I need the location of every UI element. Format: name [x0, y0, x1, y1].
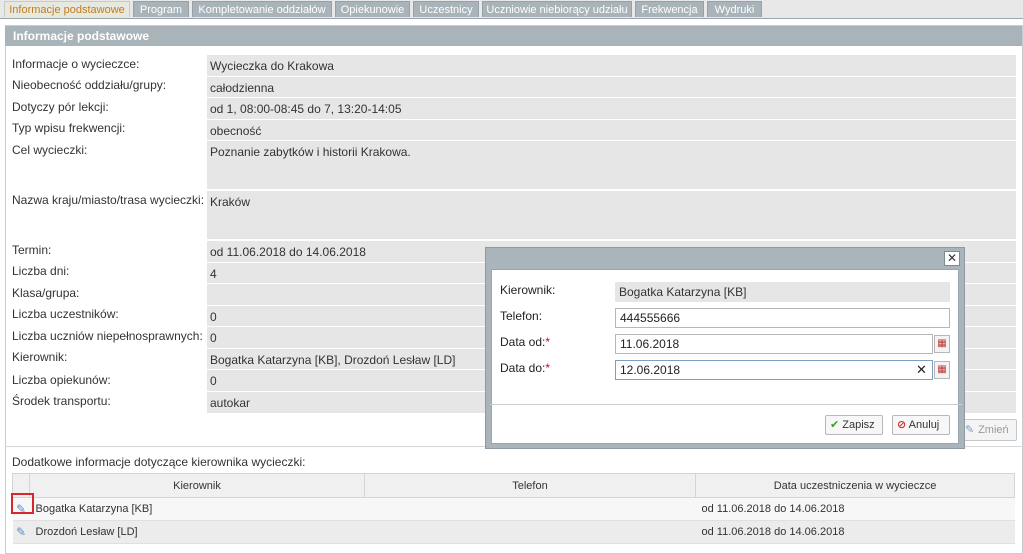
- value-nazwa-kraju: Kraków: [207, 191, 1016, 239]
- label-liczba-opiekunow: Liczba opiekunów:: [12, 373, 111, 387]
- table-header-data[interactable]: Data uczestniczenia w wycieczce: [695, 473, 1015, 498]
- change-button-label: Zmień: [978, 424, 1009, 436]
- label-klasa-grupa: Klasa/grupa:: [12, 286, 80, 300]
- tab-wydruki[interactable]: Wydruki: [707, 1, 762, 17]
- dialog-label-data-do: Data do:*: [500, 361, 550, 375]
- tab-opiekunowie[interactable]: Opiekunowie: [335, 1, 410, 17]
- checkmark-icon: ✔: [830, 419, 840, 431]
- label-kierownik: Kierownik:: [12, 350, 68, 364]
- label-typ-wpisu: Typ wpisu frekwencji:: [12, 121, 126, 135]
- clear-icon[interactable]: ✕: [916, 362, 927, 378]
- label-liczba-uczestnikow: Liczba uczestników:: [12, 307, 119, 321]
- data-od-input[interactable]: [615, 334, 933, 354]
- label-srodek-transportu: Środek transportu:: [12, 394, 111, 408]
- cancel-button-label: Anuluj: [908, 419, 940, 431]
- highlight-frame: [11, 493, 34, 514]
- value-cel-wycieczki: Poznanie zabytków i historii Krakowa.: [207, 141, 1016, 189]
- label-dotyczy-por-lekcji: Dotyczy pór lekcji:: [12, 100, 109, 114]
- cell-telefon: [364, 497, 696, 521]
- table-header-telefon[interactable]: Telefon: [364, 473, 696, 498]
- label-nazwa-kraju: Nazwa kraju/miasto/trasa wycieczki:: [12, 193, 205, 207]
- save-button[interactable]: ✔ Zapisz: [825, 415, 883, 435]
- change-button[interactable]: ✎ Zmień: [960, 419, 1017, 441]
- pencil-icon[interactable]: ✎: [14, 525, 28, 539]
- tab-bar: Informacje podstawowe Program Kompletowa…: [0, 0, 1023, 19]
- tab-kompletowanie-oddzialow[interactable]: Kompletowanie oddziałów: [192, 1, 332, 17]
- label-termin: Termin:: [12, 243, 52, 257]
- required-mark: *: [545, 335, 551, 349]
- tab-uczestnicy[interactable]: Uczestnicy: [413, 1, 479, 17]
- table-header-kierownik[interactable]: Kierownik: [29, 473, 365, 498]
- label-liczba-niepelnosprawnych: Liczba uczniów niepełnosprawnych:: [12, 329, 203, 343]
- dialog-value-kierownik: Bogatka Katarzyna [KB]: [615, 282, 950, 302]
- dialog-label-kierownik: Kierownik:: [500, 283, 556, 297]
- label-nieobecnosc: Nieobecność oddziału/grupy:: [12, 78, 167, 92]
- close-icon[interactable]: ✕: [944, 251, 960, 266]
- value-typ-wpisu: obecność: [207, 120, 1016, 140]
- table-row[interactable]: ✎ Bogatka Katarzyna [KB] od 11.06.2018 d…: [12, 497, 1015, 521]
- label-liczba-dni: Liczba dni:: [12, 264, 70, 278]
- label-informacje-o-wycieczce: Informacje o wycieczce:: [12, 57, 140, 71]
- cell-data: od 11.06.2018 do 14.06.2018: [695, 497, 1015, 521]
- label-cel-wycieczki: Cel wycieczki:: [12, 143, 88, 157]
- value-dotyczy-por-lekcji: od 1, 08:00-08:45 do 7, 13:20-14:05: [207, 98, 1016, 119]
- table-row[interactable]: ✎ Drozdoń Lesław [LD] od 11.06.2018 do 1…: [12, 520, 1015, 544]
- edit-cell[interactable]: ✎: [12, 520, 30, 544]
- data-od-label-text: Data od:: [500, 335, 546, 349]
- cell-data: od 11.06.2018 do 14.06.2018: [695, 520, 1015, 544]
- cell-kierownik: Drozdoń Lesław [LD]: [29, 520, 365, 544]
- calendar-icon[interactable]: ▦: [934, 361, 950, 379]
- cell-kierownik: Bogatka Katarzyna [KB]: [29, 497, 365, 521]
- telefon-input[interactable]: [615, 308, 950, 328]
- data-do-input[interactable]: [615, 360, 933, 380]
- calendar-icon[interactable]: ▦: [934, 335, 950, 353]
- tab-program[interactable]: Program: [133, 1, 189, 17]
- dialog-label-data-od: Data od:*: [500, 335, 550, 349]
- panel-title: Informacje podstawowe: [5, 26, 1022, 46]
- dialog-label-telefon: Telefon:: [500, 309, 543, 323]
- tab-informacje-podstawowe[interactable]: Informacje podstawowe: [4, 1, 130, 17]
- data-do-label-text: Data do:: [500, 361, 546, 375]
- section-title: Dodatkowe informacje dotyczące kierownik…: [12, 455, 306, 469]
- no-entry-icon: ⊘: [897, 419, 907, 431]
- tab-frekwencja[interactable]: Frekwencja: [635, 1, 704, 17]
- dialog-divider: [490, 404, 962, 405]
- required-mark: *: [545, 361, 551, 375]
- tab-uczniowie-niebiorący-udzialu[interactable]: Uczniowie niebiorący udziału: [482, 1, 632, 17]
- pencil-icon: ✎: [965, 424, 975, 436]
- kierownik-table: Kierownik Telefon Data uczestniczenia w …: [12, 473, 1015, 544]
- table-header-row: Kierownik Telefon Data uczestniczenia w …: [12, 473, 1015, 498]
- value-nieobecnosc: całodzienna: [207, 77, 1016, 97]
- cancel-button[interactable]: ⊘ Anuluj: [892, 415, 950, 435]
- cell-telefon: [364, 520, 696, 544]
- save-button-label: Zapisz: [842, 419, 875, 431]
- value-informacje-o-wycieczce: Wycieczka do Krakowa: [207, 55, 1016, 76]
